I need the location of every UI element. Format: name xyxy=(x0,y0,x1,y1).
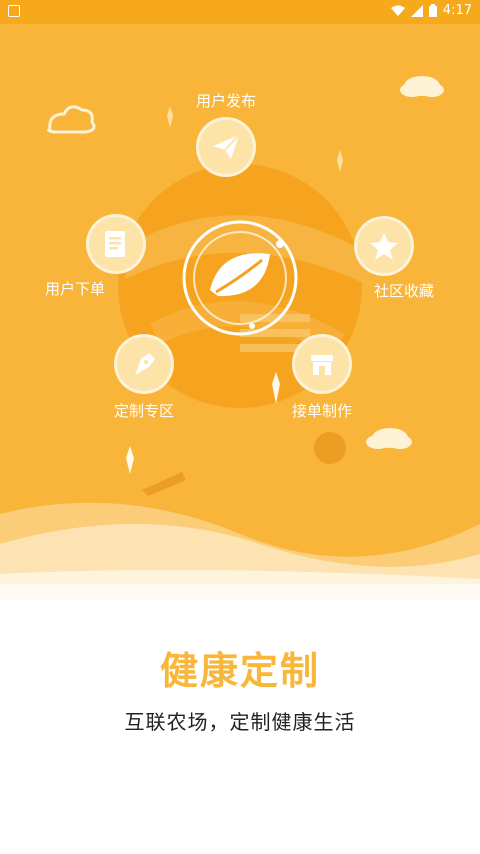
feature-order[interactable]: 用户下单 xyxy=(40,214,146,299)
feature-order-label: 用户下单 xyxy=(44,280,105,298)
page-title: 健康定制 xyxy=(159,649,320,693)
pen-nib-icon xyxy=(114,334,174,394)
star-icon xyxy=(354,216,414,276)
feature-custom[interactable]: 定制专区 xyxy=(114,334,174,421)
status-icons: 4:17 xyxy=(390,3,472,18)
document-icon xyxy=(86,214,146,274)
shop-icon xyxy=(292,334,352,394)
battery-icon xyxy=(428,4,437,17)
signal-icon xyxy=(410,4,423,17)
feature-publish-label: 用户发布 xyxy=(196,92,257,110)
notification-icon xyxy=(8,5,20,17)
feature-custom-label: 定制专区 xyxy=(114,402,175,420)
status-bar: 4:17 xyxy=(0,0,480,24)
hero-banner: 用户发布 用户下单 社区收藏 定制专区 接单制作 xyxy=(0,24,480,624)
feature-make-label: 接单制作 xyxy=(292,402,353,420)
feature-publish[interactable]: 用户发布 xyxy=(196,90,256,177)
status-time: 4:17 xyxy=(442,3,472,18)
feature-collect-label: 社区收藏 xyxy=(374,282,435,300)
leaf-icon xyxy=(182,220,298,336)
center-logo xyxy=(180,218,300,338)
wifi-icon xyxy=(390,5,405,16)
page-subtitle: 互联农场，定制健康生活 xyxy=(124,710,356,734)
feature-collect[interactable]: 社区收藏 xyxy=(334,216,434,301)
feature-make[interactable]: 接单制作 xyxy=(292,334,352,421)
paper-plane-icon xyxy=(196,117,256,177)
